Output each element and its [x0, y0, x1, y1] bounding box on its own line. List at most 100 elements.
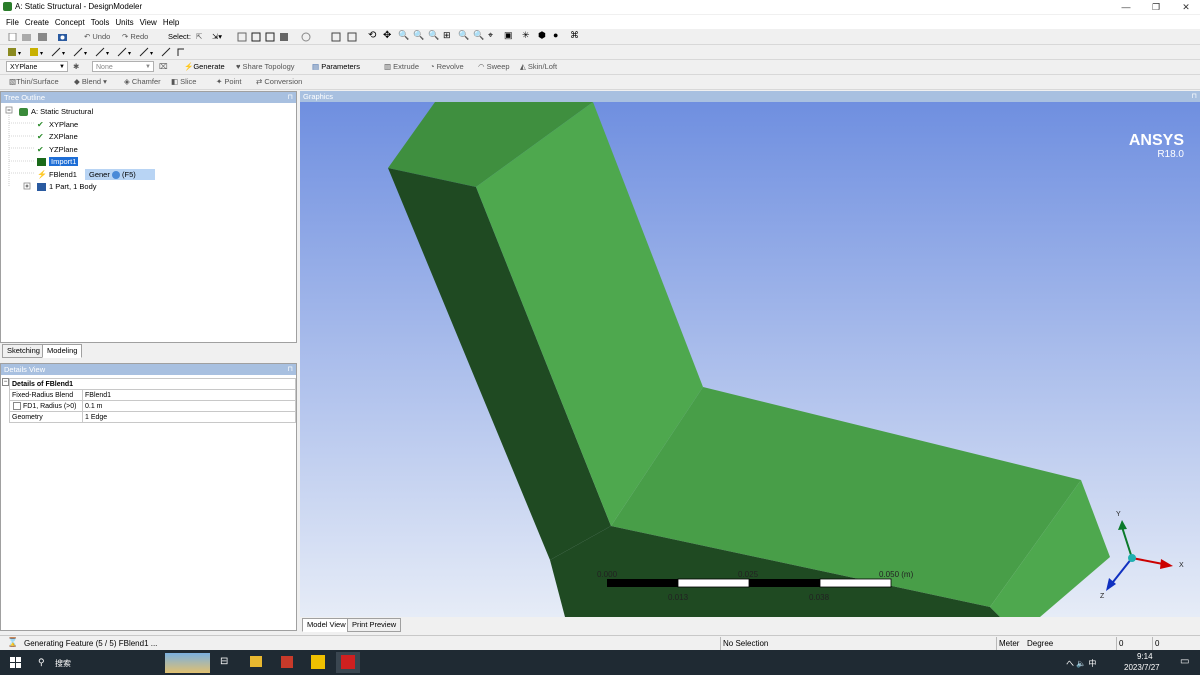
generate-button[interactable]: ⚡Generate — [184, 62, 225, 71]
property-value[interactable]: FBlend1 — [82, 389, 296, 401]
zoom-to-fit-icon[interactable]: 🔍 — [428, 30, 439, 41]
minimize-button[interactable]: — — [1112, 0, 1140, 14]
menu-tools[interactable]: Tools — [91, 18, 110, 27]
blend-button[interactable]: ◆ Blend ▾ — [74, 77, 107, 86]
status-separator — [1116, 637, 1117, 650]
unit-status[interactable]: Meter — [999, 639, 1019, 648]
point-button[interactable]: ✦ Point — [216, 77, 241, 86]
taskbar-search[interactable]: 搜索 — [55, 658, 71, 669]
table-row[interactable]: Geometry 1 Edge — [9, 411, 296, 423]
angle-status[interactable]: Degree — [1027, 639, 1053, 648]
tree-item-parts[interactable]: 1 Part, 1 Body — [37, 182, 97, 192]
clock-time[interactable]: 9:14 — [1137, 652, 1153, 661]
zoom-box-icon[interactable]: 🔍 — [413, 30, 424, 41]
screenshot-icon[interactable] — [58, 33, 67, 41]
chamfer-button[interactable]: ◈ Chamfer — [124, 77, 161, 86]
sketch-value: None — [96, 64, 113, 71]
revolve-button[interactable]: ◔ Revolve — [430, 62, 464, 71]
new-plane-icon[interactable]: ✱ — [73, 62, 79, 71]
menu-create[interactable]: Create — [25, 18, 49, 27]
ansys-taskbar-icon[interactable] — [311, 655, 325, 669]
save-icon[interactable] — [38, 33, 47, 41]
menu-units[interactable]: Units — [115, 18, 133, 27]
windows-start-icon[interactable] — [10, 657, 21, 668]
svg-text:▾: ▾ — [128, 51, 131, 57]
select-filter-icon[interactable]: ⇲▾ — [212, 32, 222, 41]
sweep-button[interactable]: ◠ Sweep — [478, 62, 510, 71]
share-topology-button[interactable]: ♥ Share Topology — [236, 62, 295, 71]
toolbar-main: ↶ Undo ↷ Redo Select: ⇱ ⇲▾ ⟲ ✥ 🔍 🔍 🔍 ⊞ 🔍… — [0, 30, 1200, 45]
tree-item-fblend1[interactable]: ⚡ FBlend1 — [37, 170, 77, 179]
plane-dropdown[interactable]: XYPlane ▼ — [6, 61, 68, 72]
clock-date[interactable]: 2023/7/27 — [1124, 663, 1160, 672]
tree-item-yzplane[interactable]: ✔ YZPlane — [37, 145, 78, 154]
triad-icon[interactable]: ⌖ — [488, 30, 493, 41]
table-row[interactable]: FD1, Radius (>0) 0.1 m — [9, 400, 296, 412]
maximize-button[interactable]: ❐ — [1142, 0, 1170, 14]
display-dot-icon[interactable]: ● — [553, 30, 558, 40]
plane-icon: ✔ — [37, 132, 44, 142]
menu-help[interactable]: Help — [163, 18, 179, 27]
title-bar: A: Static Structural - DesignModeler — ❐… — [0, 0, 1200, 14]
box-zoom-icon[interactable]: ⊞ — [443, 30, 451, 41]
display-toolbar-icons[interactable]: ▾ ▾ ▾ ▾ ▾ ▾ ▾ — [6, 47, 186, 57]
active-app-tile[interactable] — [336, 652, 360, 673]
tree-item-zxplane[interactable]: ✔ ZXPlane — [37, 132, 78, 141]
select-mode-icon[interactable]: ⇱ — [196, 32, 202, 41]
open-icon[interactable] — [22, 33, 31, 41]
sketch-dropdown[interactable]: None ▼ — [92, 61, 154, 72]
tree-root[interactable]: A: Static Structural — [19, 107, 93, 117]
slice-button[interactable]: ◧ Slice — [171, 77, 196, 86]
pan-icon[interactable]: ✥ — [383, 30, 391, 41]
graphics-viewport[interactable]: ANSYS R18.0 0.000 0.025 0.050 (m) 0.013 … — [300, 102, 1200, 617]
display-model-icon[interactable]: ⬢ — [538, 30, 546, 41]
pin-icon[interactable]: ⊓ — [288, 92, 293, 103]
tree-item-xyplane[interactable]: ✔ XYPlane — [37, 120, 78, 129]
property-value[interactable]: 0.1 m — [82, 400, 296, 412]
rotate-icon[interactable]: ⟲ — [368, 30, 376, 41]
powerpoint-icon[interactable] — [281, 656, 293, 668]
thin-surface-button[interactable]: ▧Thin/Surface — [9, 77, 59, 86]
parameter-checkbox[interactable] — [13, 402, 21, 410]
notification-icon[interactable]: ▭ — [1180, 656, 1189, 667]
skin-loft-label: Skin/Loft — [527, 62, 558, 71]
designmodeler-taskbar-icon — [341, 655, 355, 669]
magnifier-icon[interactable]: 🔍 — [458, 30, 469, 41]
extrude-label: Extrude — [393, 62, 420, 71]
system-tray[interactable]: へ 🔈 中 — [1066, 658, 1096, 669]
extrude-button[interactable]: ▥ Extrude — [384, 62, 419, 71]
table-row[interactable]: Fixed-Radius Blend FBlend1 — [9, 389, 296, 401]
tab-modeling[interactable]: Modeling — [42, 344, 83, 358]
conversion-button[interactable]: ⇄ Conversion — [256, 77, 302, 86]
redo-button[interactable]: ↷ Redo — [122, 32, 148, 41]
new-icon[interactable] — [8, 33, 17, 41]
close-button[interactable]: ✕ — [1172, 0, 1200, 14]
new-sketch-icon[interactable]: ⌧ — [159, 62, 168, 71]
pin-icon[interactable]: ⊓ — [1192, 91, 1197, 102]
menu-view[interactable]: View — [140, 18, 157, 27]
tab-print-preview[interactable]: Print Preview — [347, 618, 402, 632]
view-icon[interactable]: ▣ — [504, 30, 513, 41]
undo-button[interactable]: ↶ Undo — [84, 32, 110, 41]
parameters-button[interactable]: ▤ Parameters — [312, 62, 360, 71]
property-value[interactable]: 1 Edge — [82, 411, 296, 423]
tree-item-label: Import1 — [49, 157, 79, 166]
wireframe-icon[interactable]: ⌘ — [570, 30, 579, 41]
scale-label: 0.050 (m) — [879, 570, 914, 579]
tree-item-import1[interactable]: Import1 — [37, 157, 79, 167]
zoom-icon[interactable]: 🔍 — [398, 30, 409, 41]
import-icon — [37, 158, 46, 167]
collapse-icon[interactable]: − — [2, 378, 9, 386]
details-view-title: Details View — [4, 365, 46, 374]
widget-icon[interactable] — [165, 653, 210, 673]
menu-file[interactable]: File — [6, 18, 19, 27]
point-icon[interactable]: ✳ — [522, 30, 530, 41]
tab-sketching[interactable]: Sketching — [2, 344, 45, 358]
skin-loft-button[interactable]: ◭ Skin/Loft — [520, 62, 557, 71]
pin-icon[interactable]: ⊓ — [288, 364, 293, 375]
task-view-icon[interactable]: ⊟ — [220, 656, 228, 667]
zoom-previous-icon[interactable]: 🔍 — [473, 30, 484, 41]
menu-concept[interactable]: Concept — [55, 18, 85, 27]
file-explorer-icon[interactable] — [250, 656, 262, 667]
tab-model-view[interactable]: Model View — [302, 618, 351, 632]
